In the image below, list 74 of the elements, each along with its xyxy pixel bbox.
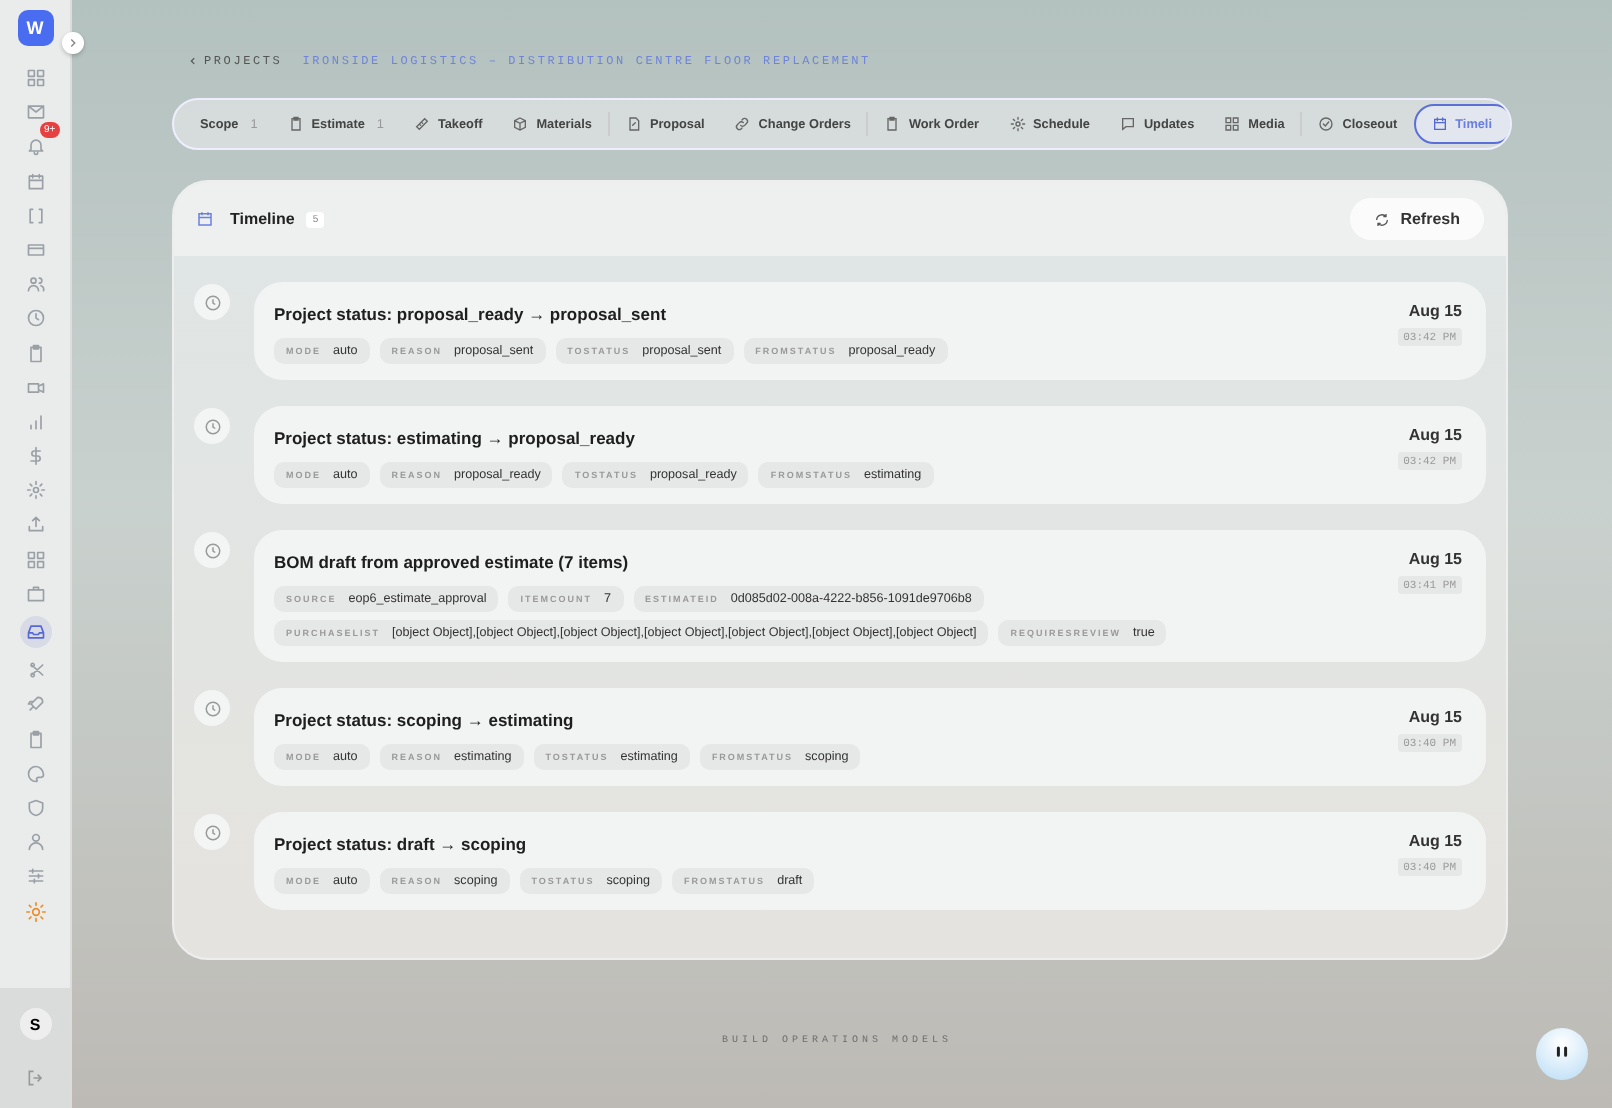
event-date: Aug 15: [1408, 426, 1462, 444]
clipboard-icon: [287, 116, 304, 132]
check-icon: [1318, 116, 1335, 132]
clock-icon: [203, 541, 221, 559]
clipboard-icon: [884, 116, 901, 132]
sidebar-item[interactable]: [22, 66, 48, 90]
event-date: Aug 15: [1408, 708, 1462, 726]
person-icon: [25, 832, 45, 853]
briefcase-icon: [25, 583, 45, 604]
grid-icon: [25, 549, 45, 570]
clock-icon: [203, 293, 221, 311]
calendar-icon: [25, 171, 45, 192]
sidebar-item[interactable]: [22, 547, 48, 572]
calendar-icon: [196, 210, 214, 228]
user-avatar[interactable]: S: [19, 1008, 51, 1040]
inbox-icon: [25, 622, 45, 642]
sidebar-item[interactable]: [22, 581, 48, 606]
sliders-icon: [25, 866, 45, 887]
sidebar-item[interactable]: [22, 830, 48, 855]
link-icon: [734, 116, 751, 132]
bars-icon: [25, 411, 45, 432]
scissors-icon: [25, 660, 45, 681]
grid-icon: [25, 68, 45, 88]
ruler-icon: [413, 116, 430, 132]
clock-icon: [25, 308, 45, 329]
chevron-left-icon: [188, 56, 198, 66]
grid-icon: [1224, 116, 1241, 132]
sidebar-item[interactable]: [22, 692, 48, 717]
sidebar-item[interactable]: [22, 761, 48, 786]
chat-icon: [1119, 116, 1136, 132]
mail-icon: [25, 102, 45, 123]
clock-icon: [203, 417, 221, 435]
clock-icon: [203, 823, 221, 841]
app-logo[interactable]: W: [17, 10, 53, 46]
event-date: Aug 15: [1408, 302, 1462, 320]
sidebar-item[interactable]: [22, 272, 48, 297]
event-date: Aug 15: [1408, 550, 1462, 568]
event-title: Project status: scoping → estimating: [274, 710, 576, 730]
event-title: Project status: proposal_ready → proposal_sent: [274, 304, 669, 324]
rocket-icon: [25, 694, 45, 715]
panel-title: Timeline: [230, 210, 295, 228]
users-icon: [25, 274, 45, 295]
brackets-icon: [25, 205, 45, 226]
sidebar-item[interactable]: [19, 616, 51, 648]
dollar-icon: [25, 446, 45, 467]
sidebar-item[interactable]: [22, 478, 48, 503]
event-date: Aug 15: [1408, 832, 1462, 850]
video-icon: [25, 377, 45, 398]
upload-icon: [25, 514, 45, 535]
clock-icon: [203, 699, 221, 717]
bell-icon: [25, 136, 45, 157]
event-title: Project status: draft → scoping: [274, 834, 529, 854]
sidebar-item[interactable]: [22, 899, 48, 923]
calendar-icon: [1431, 116, 1448, 132]
chevron-right-icon: [66, 36, 80, 50]
shield-icon: [25, 797, 45, 818]
refresh-button[interactable]: Refresh: [1350, 198, 1484, 240]
clipboard-icon: [25, 729, 45, 750]
sidebar-item[interactable]: [22, 306, 48, 331]
box-icon: [512, 116, 529, 132]
refresh-icon: [1374, 211, 1391, 227]
card-icon: [25, 239, 45, 260]
palette-icon: [25, 763, 45, 784]
logout-icon[interactable]: [25, 1068, 45, 1088]
clipboard-icon: [25, 343, 45, 363]
gear-icon: [1009, 116, 1026, 132]
assistant-button[interactable]: [1536, 1028, 1588, 1080]
collapse-button[interactable]: [62, 32, 84, 54]
event-title: Project status: estimating → proposal_ready: [274, 428, 637, 448]
sidebar-item[interactable]: [22, 100, 48, 125]
gear-icon: [25, 480, 45, 501]
doc-icon: [625, 116, 642, 132]
sun-icon: [25, 901, 45, 921]
event-title: BOM draft from approved estimate (7 items): [274, 552, 631, 572]
